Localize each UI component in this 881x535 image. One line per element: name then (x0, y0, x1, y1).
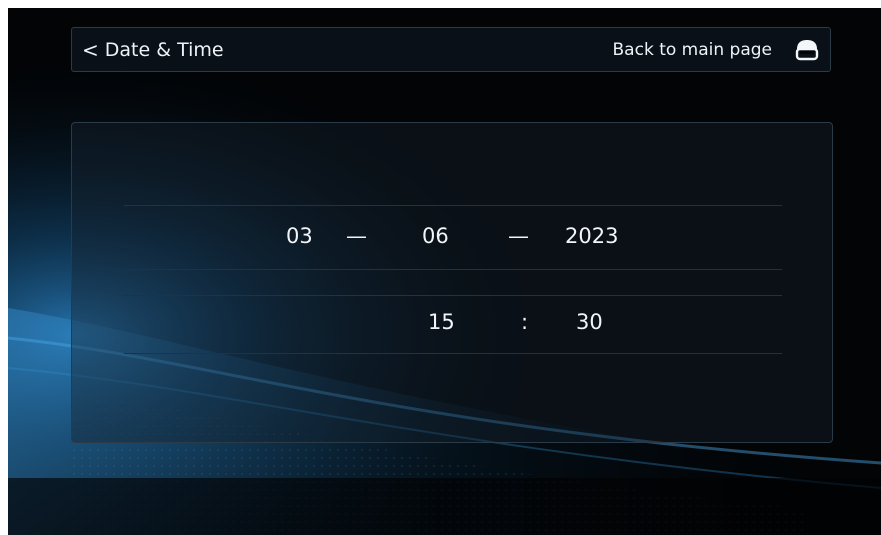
top-bar: < Date & Time Back to main page (71, 27, 831, 72)
chevron-left-icon: < (82, 37, 99, 62)
back-to-main-page-link[interactable]: Back to main page (613, 28, 772, 71)
hour-field[interactable]: 15 (428, 312, 455, 333)
year-field[interactable]: 2023 (565, 226, 618, 247)
month-field[interactable]: 06 (422, 226, 449, 247)
minute-field[interactable]: 30 (576, 312, 603, 333)
page-title: Date & Time (104, 38, 224, 61)
divider-line (124, 353, 782, 354)
home-icon[interactable] (794, 38, 820, 62)
time-separator: : (521, 310, 529, 334)
date-separator: — (508, 224, 529, 248)
screen: < Date & Time Back to main page 03 — 06 … (8, 8, 881, 535)
day-field[interactable]: 03 (286, 226, 313, 247)
divider-line (124, 295, 782, 296)
divider-line (124, 269, 782, 270)
divider-line (124, 205, 782, 206)
back-button[interactable]: < Date & Time (82, 28, 224, 71)
date-time-panel: 03 — 06 — 2023 15 : 30 (71, 122, 833, 443)
date-separator: — (346, 224, 367, 248)
